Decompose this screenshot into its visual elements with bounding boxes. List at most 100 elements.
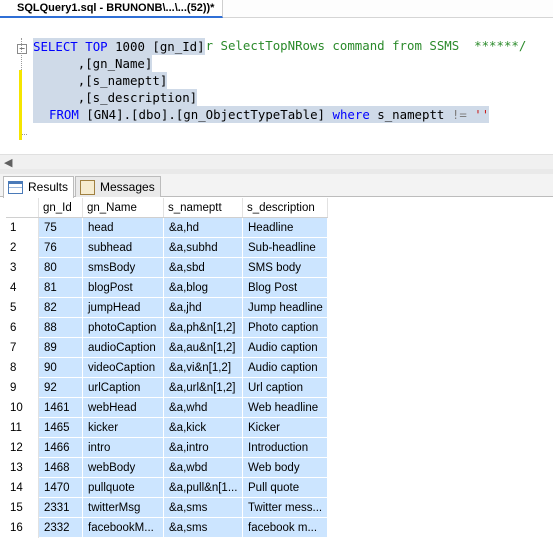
row-number[interactable]: 7 [6, 337, 39, 358]
row-number[interactable]: 14 [6, 477, 39, 498]
grid-cell[interactable]: head [82, 217, 164, 238]
grid-cell[interactable]: &a,au&n[1,2] [163, 337, 243, 358]
column-header[interactable]: gn_Id [38, 198, 83, 218]
column-header[interactable]: s_description [242, 198, 328, 218]
grid-cell[interactable]: 90 [38, 357, 83, 378]
grid-cell[interactable]: 1461 [38, 397, 83, 418]
row-number-header[interactable] [6, 198, 39, 218]
document-tab[interactable]: SQLQuery1.sql - BRUNONB\...\...(52))* [0, 0, 224, 18]
table-row[interactable]: 11 1465 kicker &a,kick Kicker [6, 417, 328, 438]
grid-cell[interactable]: Headline [242, 217, 328, 238]
grid-cell[interactable]: Twitter mess... [242, 497, 328, 518]
grid-cell[interactable]: &a,url&n[1,2] [163, 377, 243, 398]
grid-cell[interactable]: Web body [242, 457, 328, 478]
grid-cell[interactable]: intro [82, 437, 164, 458]
grid-cell[interactable]: 88 [38, 317, 83, 338]
results-grid[interactable]: gn_Id gn_Name s_nameptt s_description 17… [6, 198, 328, 538]
grid-cell[interactable]: 89 [38, 337, 83, 358]
grid-cell[interactable]: smsBody [82, 257, 164, 278]
query-editor[interactable]: − /****** Script for SelectTopNRows comm… [0, 18, 553, 154]
table-row[interactable]: 12 1466 intro &a,intro Introduction [6, 437, 328, 458]
row-number[interactable]: 8 [6, 357, 39, 378]
table-row[interactable]: 2 76 subhead &a,subhd Sub-headline [6, 237, 328, 258]
row-number[interactable]: 13 [6, 457, 39, 478]
grid-cell[interactable]: &a,kick [163, 417, 243, 438]
grid-cell[interactable]: jumpHead [82, 297, 164, 318]
row-number[interactable]: 2 [6, 237, 39, 258]
grid-cell[interactable]: &a,sms [163, 497, 243, 518]
grid-cell[interactable]: blogPost [82, 277, 164, 298]
row-number[interactable]: 15 [6, 497, 39, 518]
table-row[interactable]: 3 80 smsBody &a,sbd SMS body [6, 257, 328, 278]
row-number[interactable]: 11 [6, 417, 39, 438]
grid-cell[interactable]: Audio caption [242, 357, 328, 378]
grid-cell[interactable]: &a,wbd [163, 457, 243, 478]
grid-cell[interactable]: audioCaption [82, 337, 164, 358]
row-number[interactable]: 12 [6, 437, 39, 458]
grid-cell[interactable]: 2331 [38, 497, 83, 518]
grid-cell[interactable]: Web headline [242, 397, 328, 418]
table-row[interactable]: 4 81 blogPost &a,blog Blog Post [6, 277, 328, 298]
table-row[interactable]: 1 75 head &a,hd Headline [6, 217, 328, 238]
grid-cell[interactable]: pullquote [82, 477, 164, 498]
grid-cell[interactable]: 1470 [38, 477, 83, 498]
tab-results[interactable]: Results [3, 176, 75, 198]
grid-cell[interactable]: webHead [82, 397, 164, 418]
grid-cell[interactable]: Photo caption [242, 317, 328, 338]
grid-cell[interactable]: photoCaption [82, 317, 164, 338]
grid-cell[interactable]: 82 [38, 297, 83, 318]
grid-cell[interactable]: &a,vi&n[1,2] [163, 357, 243, 378]
table-row[interactable]: 15 2331 twitterMsg &a,sms Twitter mess... [6, 497, 328, 518]
grid-cell[interactable]: 1465 [38, 417, 83, 438]
grid-cell[interactable]: webBody [82, 457, 164, 478]
grid-cell[interactable]: SMS body [242, 257, 328, 278]
table-row[interactable]: 14 1470 pullquote &a,pull&n[1... Pull quote [6, 477, 328, 498]
grid-cell[interactable]: videoCaption [82, 357, 164, 378]
grid-cell[interactable]: &a,jhd [163, 297, 243, 318]
horizontal-scrollbar[interactable]: ◀ [0, 154, 553, 169]
grid-cell[interactable]: Kicker [242, 417, 328, 438]
grid-cell[interactable]: Pull quote [242, 477, 328, 498]
grid-cell[interactable]: kicker [82, 417, 164, 438]
grid-cell[interactable]: 92 [38, 377, 83, 398]
row-number[interactable]: 3 [6, 257, 39, 278]
code-area[interactable]: /****** Script for SelectTopNRows comman… [0, 18, 526, 138]
grid-cell[interactable]: Sub-headline [242, 237, 328, 258]
grid-cell[interactable]: twitterMsg [82, 497, 164, 518]
grid-cell[interactable]: &a,hd [163, 217, 243, 238]
grid-cell[interactable]: &a,ph&n[1,2] [163, 317, 243, 338]
table-row[interactable]: 9 92 urlCaption &a,url&n[1,2] Url caption [6, 377, 328, 398]
grid-cell[interactable]: Audio caption [242, 337, 328, 358]
column-header[interactable]: gn_Name [82, 198, 164, 218]
grid-cell[interactable]: 80 [38, 257, 83, 278]
grid-cell[interactable]: Url caption [242, 377, 328, 398]
grid-cell[interactable]: &a,blog [163, 277, 243, 298]
row-number[interactable]: 6 [6, 317, 39, 338]
row-number[interactable]: 5 [6, 297, 39, 318]
table-row[interactable]: 7 89 audioCaption &a,au&n[1,2] Audio caption [6, 337, 328, 358]
grid-cell[interactable]: &a,sbd [163, 257, 243, 278]
row-number[interactable]: 10 [6, 397, 39, 418]
grid-cell[interactable]: Jump headline [242, 297, 328, 318]
grid-cell[interactable]: 1468 [38, 457, 83, 478]
table-row[interactable]: 8 90 videoCaption &a,vi&n[1,2] Audio caption [6, 357, 328, 378]
grid-cell[interactable]: &a,pull&n[1... [163, 477, 243, 498]
table-row[interactable]: 13 1468 webBody &a,wbd Web body [6, 457, 328, 478]
grid-cell[interactable]: urlCaption [82, 377, 164, 398]
grid-cell[interactable]: Blog Post [242, 277, 328, 298]
grid-cell[interactable]: Introduction [242, 437, 328, 458]
grid-cell[interactable]: 76 [38, 237, 83, 258]
grid-cell[interactable]: 75 [38, 217, 83, 238]
table-row[interactable]: 5 82 jumpHead &a,jhd Jump headline [6, 297, 328, 318]
grid-cell[interactable]: &a,intro [163, 437, 243, 458]
arrow-left-icon[interactable]: ◀ [4, 156, 12, 169]
row-number[interactable]: 4 [6, 277, 39, 298]
grid-cell[interactable]: &a,whd [163, 397, 243, 418]
column-header[interactable]: s_nameptt [163, 198, 243, 218]
row-number[interactable]: 1 [6, 217, 39, 238]
tab-messages[interactable]: Messages [75, 176, 161, 197]
grid-cell[interactable]: &a,subhd [163, 237, 243, 258]
table-row[interactable]: 10 1461 webHead &a,whd Web headline [6, 397, 328, 418]
table-row[interactable]: 6 88 photoCaption &a,ph&n[1,2] Photo caption [6, 317, 328, 338]
row-number[interactable]: 9 [6, 377, 39, 398]
